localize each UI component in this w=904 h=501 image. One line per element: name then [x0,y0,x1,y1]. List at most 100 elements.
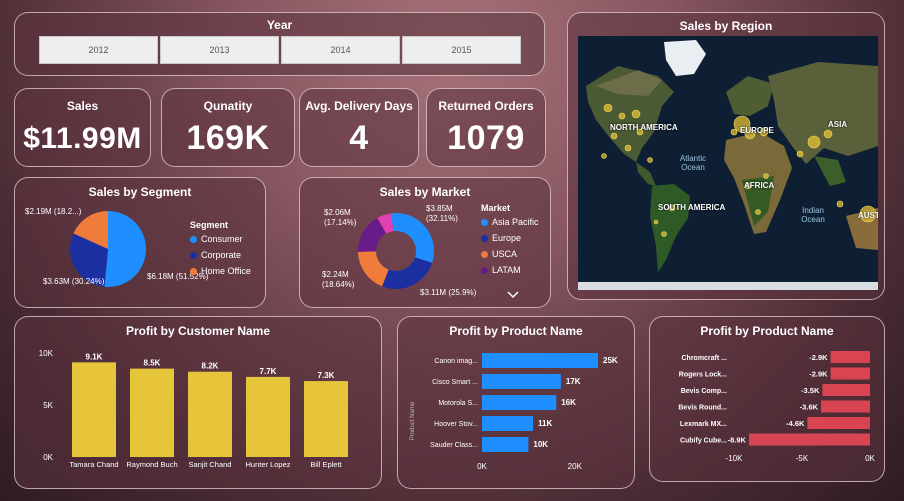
y-tick-label: 0K [43,453,53,462]
map-label-north-america: NORTH AMERICA [610,123,678,132]
y-category-label: Motorola S... [438,400,478,407]
market-label-asia: $3.85M (32.11%) [426,204,458,223]
kpi-quantity-card: Qunatity 169K [161,88,295,167]
bar-bill-eplett[interactable] [304,381,348,457]
map-copyright[interactable]: © 2022 TomTom, Earthstar Geographics SIO… [646,282,828,288]
y-category-label: Bevis Comp... [681,388,727,395]
bing-logo: Microsoft Bing [580,282,615,288]
legend-item-consumer[interactable]: Consumer [190,234,251,244]
market-legend-title: Market [481,203,511,213]
product-top-bar-chart: Product Name Canon imag... 25K Cisco Smart … [410,353,618,471]
y-category-label: Lexmark MX... [680,421,727,428]
sales-map[interactable]: NORTH AMERICA EUROPE ASIA AFRICA SOUTH A… [578,36,878,290]
bar-sanjit-chand[interactable] [188,371,232,457]
bar-motorola-s[interactable] [482,395,557,410]
x-tick-label: 20K [568,462,583,471]
map-label-indian: Indian Ocean [801,206,825,224]
legend-item-corporate[interactable]: Corporate [190,250,251,260]
y-category-label: Rogers Lock... [679,372,727,379]
bar-value-label: 8.5K [144,359,161,368]
x-tick-label: 0K [477,462,487,471]
kpi-delivery-label: Avg. Delivery Days [305,99,413,113]
y-category-label: Bevis Round... [678,405,727,412]
segment-legend-title: Segment [190,220,229,230]
bar-lexmark-mx[interactable] [807,417,870,429]
legend-item-usca[interactable]: USCA [481,249,539,259]
legend-dot [190,235,197,243]
year-option-2013[interactable]: 2013 [160,36,279,64]
bar-sauder-class[interactable] [482,437,529,452]
bar-cubify-cube[interactable] [748,433,870,446]
kpi-returns-label: Returned Orders [438,99,534,113]
bar-value-label: -4.6K [786,419,805,428]
legend-dot [190,267,197,275]
legend-item-europe[interactable]: Europe [481,233,539,243]
profit-by-product-top-card: Profit by Product Name Product Name Canon… [397,316,635,489]
x-category-label: Tamara Chand [69,460,118,469]
kpi-quantity-label: Qunatity [203,99,253,113]
x-category-label: Sanjit Chand [189,460,232,469]
legend-item-latam[interactable]: LATAM [481,265,539,275]
y-axis-title: Product Name [410,401,416,440]
x-tick-label: -5K [796,454,809,463]
bar-value-label: -3.6K [800,403,819,412]
map-label-asia: ASIA [828,120,848,129]
map-label-europe: EUROPE [740,126,774,135]
bar-chromcraft[interactable] [830,351,870,363]
legend-dot [481,250,488,258]
segment-title: Sales by Segment [88,185,192,199]
market-label-europe: $3.11M (25.9%) [420,288,477,297]
slice-europe[interactable] [382,257,433,289]
kpi-returns-card: Returned Orders 1079 [426,88,546,167]
product-top-title: Profit by Product Name [449,324,583,338]
market-legend: Market Asia Pacific Europe USCA LATAM [481,203,539,281]
x-category-label: Hunter Lopez [245,460,290,469]
legend-item-home-office[interactable]: Home Office [190,266,251,276]
bar-value-label: -8.9K [728,436,747,445]
year-option-2014[interactable]: 2014 [281,36,400,64]
market-label-latam: $2.06M (17.14%) [324,208,357,227]
x-category-label: Bill Eplett [310,460,342,469]
map-label-south-america: SOUTH AMERICA [658,203,726,212]
bar-raymond-buch[interactable] [130,368,174,457]
segment-legend: Segment Consumer Corporate Home Office [190,220,251,282]
bar-bevis-round[interactable] [821,400,870,413]
legend-dot [481,234,488,242]
map-canvas [578,36,878,290]
bar-hoover-stov[interactable] [482,416,534,431]
product-bottom-bar-chart: Chromcraft ... -2.9K Rogers Lock... -2.9K Be… [678,351,876,463]
year-option-2012[interactable]: 2012 [39,36,158,64]
kpi-sales-card: Sales $11.99M [14,88,151,167]
y-category-label: Sauder Class... [430,442,478,449]
bar-tamara-chand[interactable] [72,362,116,457]
sales-by-market-card: Sales by Market $2.06M (17.14%) $2.24M (… [299,177,551,308]
y-category-label: Canon imag... [434,358,478,365]
sales-by-region-card: Sales by Region NORTH AMERICA EUROPE ASI… [567,12,885,300]
x-category-label: Raymond Buch [126,460,177,469]
y-category-label: Hoover Stov... [434,421,478,428]
y-category-label: Cubify Cube... [680,438,727,445]
legend-item-asia-pacific[interactable]: Asia Pacific [481,217,539,227]
map-attribution: Microsoft Bing © 2022 TomTom, Earthstar … [580,282,829,288]
kpi-sales-value: $11.99M [23,122,142,155]
kpi-sales-label: Sales [66,99,99,113]
slice-consumer[interactable] [104,211,147,287]
bar-value-label: 11K [538,419,552,428]
kpi-returns-value: 1079 [447,119,525,157]
y-tick-label: 10K [39,349,54,358]
bar-cisco-smart[interactable] [482,374,561,389]
legend-scroll-down-icon[interactable] [507,291,519,299]
segment-label-home-office: $2.19M (18.2...) [25,207,82,216]
bar-hunter-lopez[interactable] [246,376,290,457]
year-option-2015[interactable]: 2015 [402,36,521,64]
bar-value-label: -2.9K [809,353,828,362]
bar-bevis-comp[interactable] [822,384,870,396]
y-category-label: Cisco Smart ... [432,379,478,386]
bar-value-label: -3.5K [801,386,820,395]
bar-rogers-lock[interactable] [830,367,870,380]
market-title: Sales by Market [379,185,471,199]
year-slicer: 2012 2013 2014 2015 [39,36,523,64]
map-label-australia: AUST [858,211,878,220]
bar-canon-imag[interactable] [482,353,598,368]
kpi-delivery-card: Avg. Delivery Days 4 [299,88,419,167]
